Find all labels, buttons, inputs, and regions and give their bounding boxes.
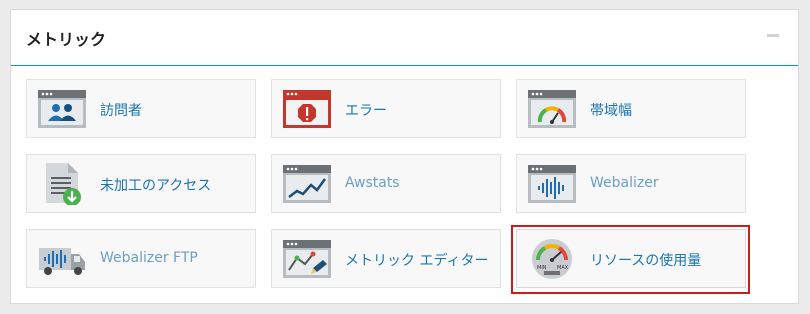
tile-label-errors: エラー <box>345 103 387 119</box>
tile-label-bandwidth: 帯域幅 <box>590 103 632 119</box>
webalizer-icon <box>528 163 576 205</box>
tile-webalizer[interactable]: Webalizer <box>516 154 746 213</box>
tile-label-metrics-editor: メトリック エディター <box>345 253 489 269</box>
tile-webalizer-ftp[interactable]: Webalizer FTP <box>26 229 256 288</box>
gauge-min-label: MIN <box>537 265 547 271</box>
tile-label-resource-usage: リソースの使用量 <box>590 253 702 269</box>
tile-raw-access[interactable]: 未加工のアクセス <box>26 154 256 213</box>
tile-label-raw-access: 未加工のアクセス <box>100 178 212 194</box>
awstats-icon <box>283 163 331 205</box>
raw-access-icon <box>38 163 86 205</box>
panel-header: メトリック <box>11 10 798 66</box>
tile-label-webalizer-ftp: Webalizer FTP <box>100 250 198 266</box>
collapse-icon[interactable] <box>767 34 779 37</box>
tile-label-visitors: 訪問者 <box>100 103 142 119</box>
error-icon <box>283 88 331 130</box>
tile-label-awstats: Awstats <box>345 175 400 191</box>
tile-label-webalizer: Webalizer <box>590 175 659 191</box>
tile-metrics-editor[interactable]: メトリック エディター <box>271 229 501 288</box>
bandwidth-icon <box>528 88 576 130</box>
metrics-editor-icon <box>283 238 331 280</box>
gauge-max-label: MAX <box>557 265 569 271</box>
webalizer-ftp-icon <box>38 238 86 280</box>
tile-errors[interactable]: エラー <box>271 79 501 138</box>
resource-usage-icon: MIN MAX <box>528 238 576 280</box>
visitors-icon <box>38 88 86 130</box>
panel-title: メトリック <box>26 30 107 49</box>
tile-visitors[interactable]: 訪問者 <box>26 79 256 138</box>
tile-awstats[interactable]: Awstats <box>271 154 501 213</box>
tile-resource-usage[interactable]: MIN MAX リソースの使用量 <box>516 229 746 288</box>
tile-bandwidth[interactable]: 帯域幅 <box>516 79 746 138</box>
